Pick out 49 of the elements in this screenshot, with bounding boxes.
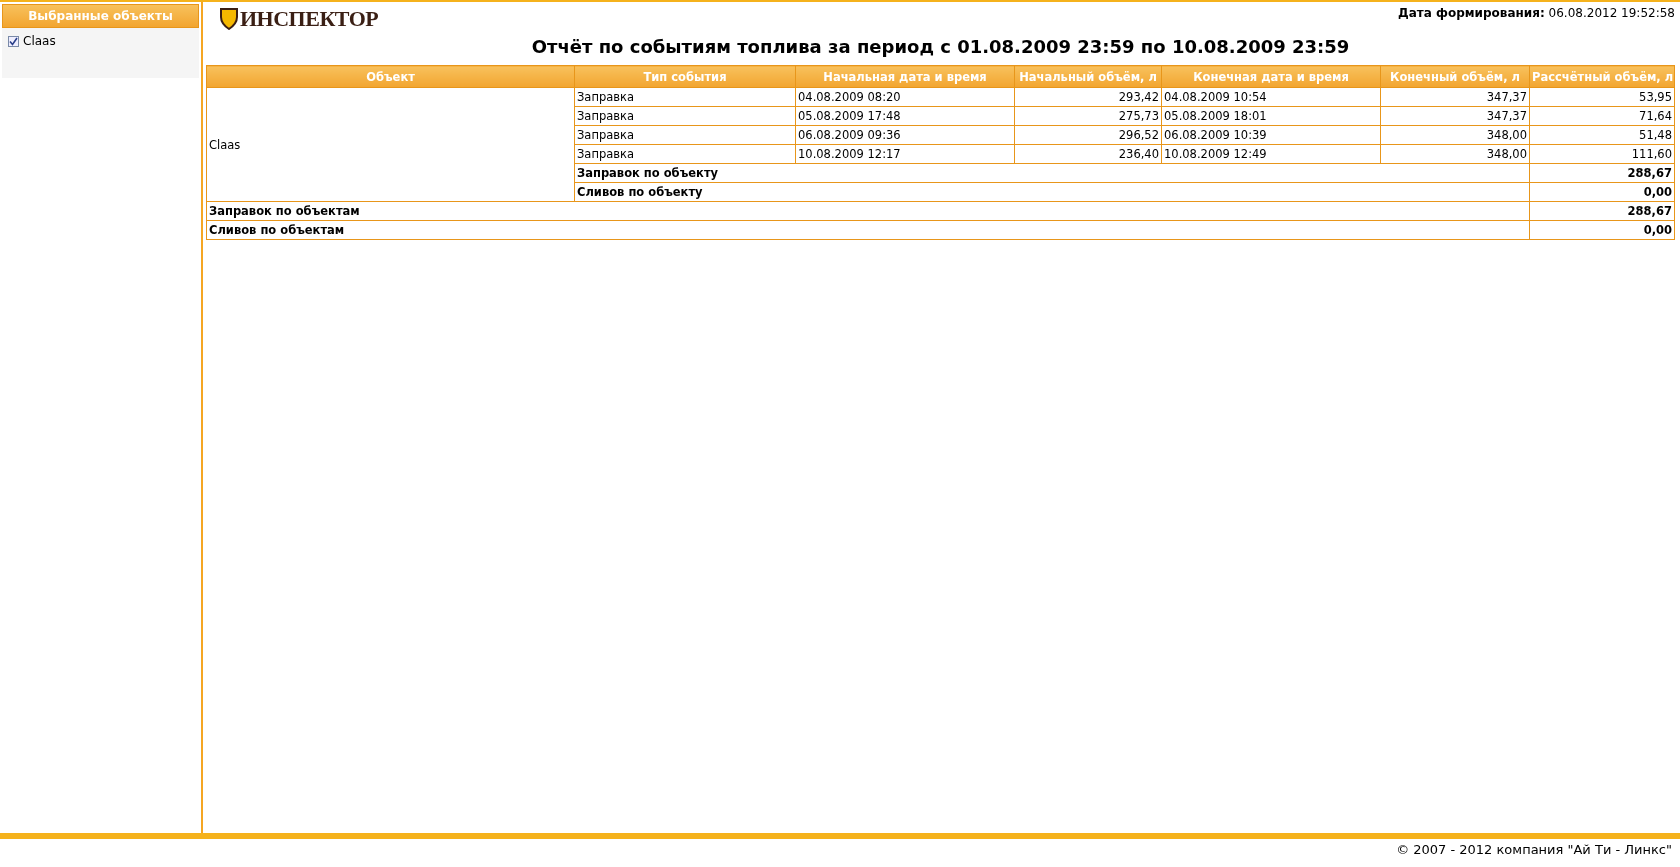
column-header: Тип события	[574, 65, 796, 88]
table-cell: Claas	[206, 87, 575, 202]
table-cell: 04.08.2009 10:54	[1161, 87, 1381, 107]
table-cell: 10.08.2009 12:49	[1161, 144, 1381, 164]
table-cell: 347,37	[1380, 106, 1530, 126]
subtotal-label: Сливов по объекту	[574, 182, 1530, 202]
table-cell: 347,37	[1380, 87, 1530, 107]
table-cell: 04.08.2009 08:20	[795, 87, 1015, 107]
table-cell: Заправка	[574, 106, 796, 126]
logo-text: ИНСПЕКТОР	[240, 6, 379, 32]
object-label[interactable]: Claas	[23, 34, 56, 48]
table-cell: 06.08.2009 10:39	[1161, 125, 1381, 145]
table-cell: 10.08.2009 12:17	[795, 144, 1015, 164]
table-cell: 06.08.2009 09:36	[795, 125, 1015, 145]
table-cell: 51,48	[1529, 125, 1675, 145]
column-header: Начальный объём, л	[1014, 65, 1162, 88]
total-value: 0,00	[1529, 220, 1675, 240]
table-cell: 348,00	[1380, 125, 1530, 145]
shield-icon	[220, 8, 238, 30]
table-cell: 05.08.2009 17:48	[795, 106, 1015, 126]
report-title: Отчёт по событиям топлива за период с 01.08.2009 23:59 по 10.08.2009 23:59	[530, 36, 1351, 57]
column-header: Конечная дата и время	[1161, 65, 1381, 88]
table-cell: 296,52	[1014, 125, 1162, 145]
sidebar-header: Выбранные объекты	[2, 4, 199, 28]
total-label: Заправок по объектам	[206, 201, 1530, 221]
copyright-text: © 2007 - 2012 компания "Ай Ти - Линкс"	[1396, 842, 1672, 857]
total-value: 288,67	[1529, 201, 1675, 221]
table-cell: 05.08.2009 18:01	[1161, 106, 1381, 126]
table-cell: 111,60	[1529, 144, 1675, 164]
checkbox[interactable]	[8, 35, 19, 47]
column-header: Рассчётный объём, л	[1529, 65, 1675, 88]
table-cell: Заправка	[574, 87, 796, 107]
table-cell: 275,73	[1014, 106, 1162, 126]
table-cell: 348,00	[1380, 144, 1530, 164]
column-header: Конечный объём, л	[1380, 65, 1530, 88]
subtotal-value: 0,00	[1529, 182, 1675, 202]
table-cell: 293,42	[1014, 87, 1162, 107]
subtotal-label: Заправок по объекту	[574, 163, 1530, 183]
table-cell: Заправка	[574, 125, 796, 145]
table-cell: Заправка	[574, 144, 796, 164]
subtotal-value: 288,67	[1529, 163, 1675, 183]
total-label: Сливов по объектам	[206, 220, 1530, 240]
generated-date: 06.08.2012 19:52:58	[1548, 6, 1675, 20]
column-header: Начальная дата и время	[795, 65, 1015, 88]
column-header: Объект	[206, 65, 575, 88]
table-cell: 53,95	[1529, 87, 1675, 107]
generated-label: Дата формирования:	[1398, 6, 1545, 20]
table-cell: 236,40	[1014, 144, 1162, 164]
table-cell: 71,64	[1529, 106, 1675, 126]
